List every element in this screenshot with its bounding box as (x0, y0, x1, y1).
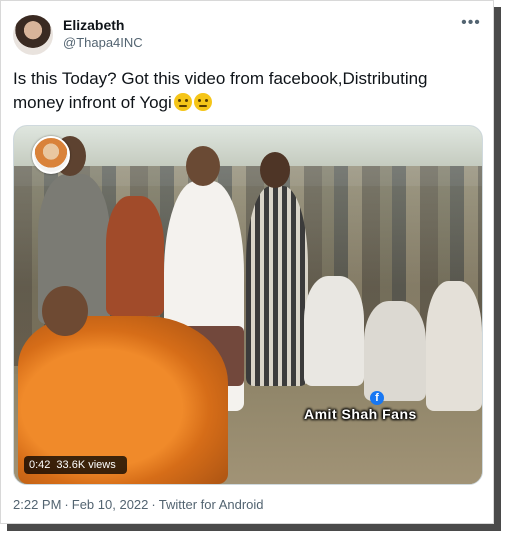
avatar[interactable] (13, 15, 53, 55)
video-figure (426, 281, 482, 411)
video-figure-head (260, 152, 290, 188)
video-figure-head (42, 286, 88, 336)
more-options-icon[interactable]: ••• (461, 15, 481, 33)
video-watermark: Amit Shah Fans (304, 406, 417, 422)
tweet-time[interactable]: 2:22 PM (13, 497, 61, 512)
video-figure (304, 276, 364, 386)
frowning-face-emoji-icon (173, 93, 192, 111)
video-stats-badge: 0:42 33.6K views (24, 456, 127, 474)
video-figure (364, 301, 426, 401)
facebook-icon: f (370, 391, 384, 405)
frowning-face-emoji-icon (193, 93, 212, 111)
separator: · (64, 497, 69, 512)
display-name[interactable]: Elizabeth (63, 17, 124, 33)
video-figure-head (186, 146, 220, 186)
video-duration: 0:42 (29, 459, 51, 471)
tweet-date[interactable]: Feb 10, 2022 (72, 497, 149, 512)
separator: · (151, 497, 156, 512)
tweet-metadata: 2:22 PM · Feb 10, 2022 · Twitter for Android (13, 497, 264, 512)
channel-avatar-icon (32, 136, 70, 174)
video-figure (106, 196, 164, 316)
tweet-text-body: Is this Today? Got this video from faceb… (13, 69, 428, 112)
user-handle[interactable]: @Thapa4INC (63, 35, 143, 50)
video-views: 33.6K views (56, 459, 116, 471)
video-player[interactable]: f Amit Shah Fans 0:42 33.6K views (13, 125, 483, 485)
video-figure (246, 186, 308, 386)
tweet-header: Elizabeth @Thapa4INC ••• (13, 13, 481, 57)
tweet-source[interactable]: Twitter for Android (159, 497, 264, 512)
tweet-card: Elizabeth @Thapa4INC ••• Is this Today? … (0, 0, 494, 524)
tweet-text: Is this Today? Got this video from faceb… (13, 67, 481, 115)
